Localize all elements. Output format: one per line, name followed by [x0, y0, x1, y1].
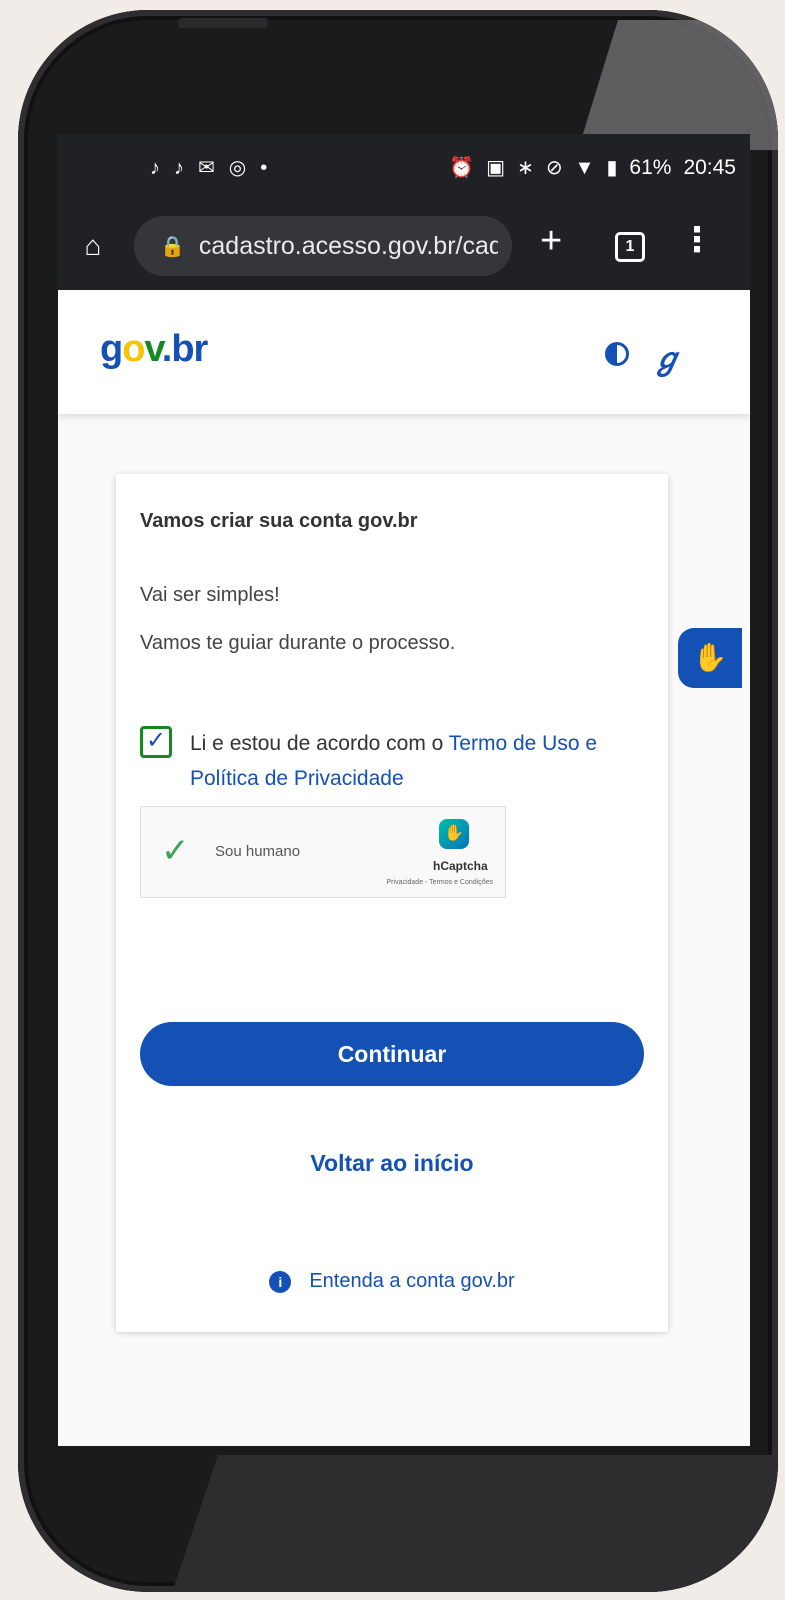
logo-part: o: [122, 328, 145, 370]
terms-consent-label: Li e estou de acordo com o Termo de Uso …: [190, 726, 650, 796]
bluetooth-icon: ∗: [517, 157, 534, 179]
status-bar: ♪ ♪ ✉ ◎ • ⏰ ▣ ∗ ⊘ ▼ ▮ 61% 20:45: [58, 134, 750, 202]
hcaptcha-logo-icon: ✋: [439, 819, 469, 849]
accessibility-ear-icon[interactable]: ℊ: [652, 334, 682, 378]
battery-level: 61%: [629, 156, 672, 179]
url-text: cadastro.acesso.gov.br/cadá: [198, 231, 498, 260]
glass-glare: [578, 20, 778, 150]
captcha-brand: hCaptcha: [433, 859, 488, 873]
lock-icon: 🔒: [160, 235, 185, 258]
home-button[interactable]: ⌂: [64, 230, 122, 262]
notification-icons: ♪ ♪ ✉ ◎ •: [150, 158, 267, 178]
info-icon: i: [269, 1270, 292, 1293]
clock: 20:45: [683, 156, 736, 179]
continue-button[interactable]: Continuar: [140, 1022, 644, 1086]
tab-switcher-button[interactable]: 1: [615, 232, 645, 262]
new-tab-button[interactable]: +: [540, 220, 562, 263]
tiktok-icon: ♪: [174, 157, 184, 179]
battery-icon: ▮: [606, 157, 618, 179]
instagram-icon: ◎: [228, 157, 247, 179]
back-to-start-link[interactable]: Voltar ao início: [116, 1150, 668, 1177]
consent-prefix: Li e estou de acordo com o: [190, 732, 449, 755]
browser-toolbar: ⌂ 🔒 cadastro.acesso.gov.br/cadá + 1 ⋮: [58, 202, 750, 290]
terms-checkbox[interactable]: ✓: [140, 726, 172, 758]
nfc-icon: ▣: [486, 157, 506, 179]
logo-part: v: [144, 328, 162, 370]
gmail-icon: ✉: [198, 157, 215, 179]
dot-icon: •: [260, 157, 268, 179]
tiktok-icon: ♪: [150, 157, 160, 179]
vlibras-hands-icon[interactable]: ✋: [678, 628, 742, 688]
contrast-icon[interactable]: [605, 342, 629, 366]
browser-menu-button[interactable]: ⋮: [680, 220, 714, 260]
phone-screen: ♪ ♪ ✉ ◎ • ⏰ ▣ ∗ ⊘ ▼ ▮ 61% 20:45 ⌂ 🔒 cada…: [58, 134, 750, 1446]
logo-part: br: [171, 328, 208, 370]
logo-part: .: [161, 328, 173, 370]
glass-glare-bottom: [168, 1455, 778, 1592]
checkmark-icon: ✓: [161, 832, 190, 870]
phone-button: [178, 18, 268, 28]
learn-more-label: Entenda a conta gov.br: [309, 1270, 515, 1292]
hcaptcha-widget[interactable]: ✓ Sou humano ✋ hCaptcha Privacidade - Te…: [140, 806, 506, 898]
govbr-logo[interactable]: gov.br: [100, 328, 208, 371]
captcha-label: Sou humano: [215, 843, 301, 860]
card-title: Vamos criar sua conta gov.br: [140, 510, 418, 532]
system-icons: ⏰ ▣ ∗ ⊘ ▼ ▮ 61% 20:45: [449, 134, 736, 202]
mute-icon: ⊘: [545, 157, 563, 179]
intro-text-2: Vamos te guiar durante o processo.: [140, 632, 456, 654]
site-header: gov.br ℊ: [58, 290, 750, 414]
logo-part: g: [100, 328, 123, 370]
address-bar[interactable]: 🔒 cadastro.acesso.gov.br/cadá: [134, 216, 512, 276]
wifi-icon: ▼: [574, 157, 595, 179]
signup-card: Vamos criar sua conta gov.br Vai ser sim…: [116, 474, 668, 1332]
learn-more-link[interactable]: i Entenda a conta gov.br: [116, 1270, 668, 1293]
intro-text-1: Vai ser simples!: [140, 584, 280, 606]
captcha-links[interactable]: Privacidade - Termos e Condições: [387, 879, 493, 886]
alarm-icon: ⏰: [449, 157, 475, 179]
